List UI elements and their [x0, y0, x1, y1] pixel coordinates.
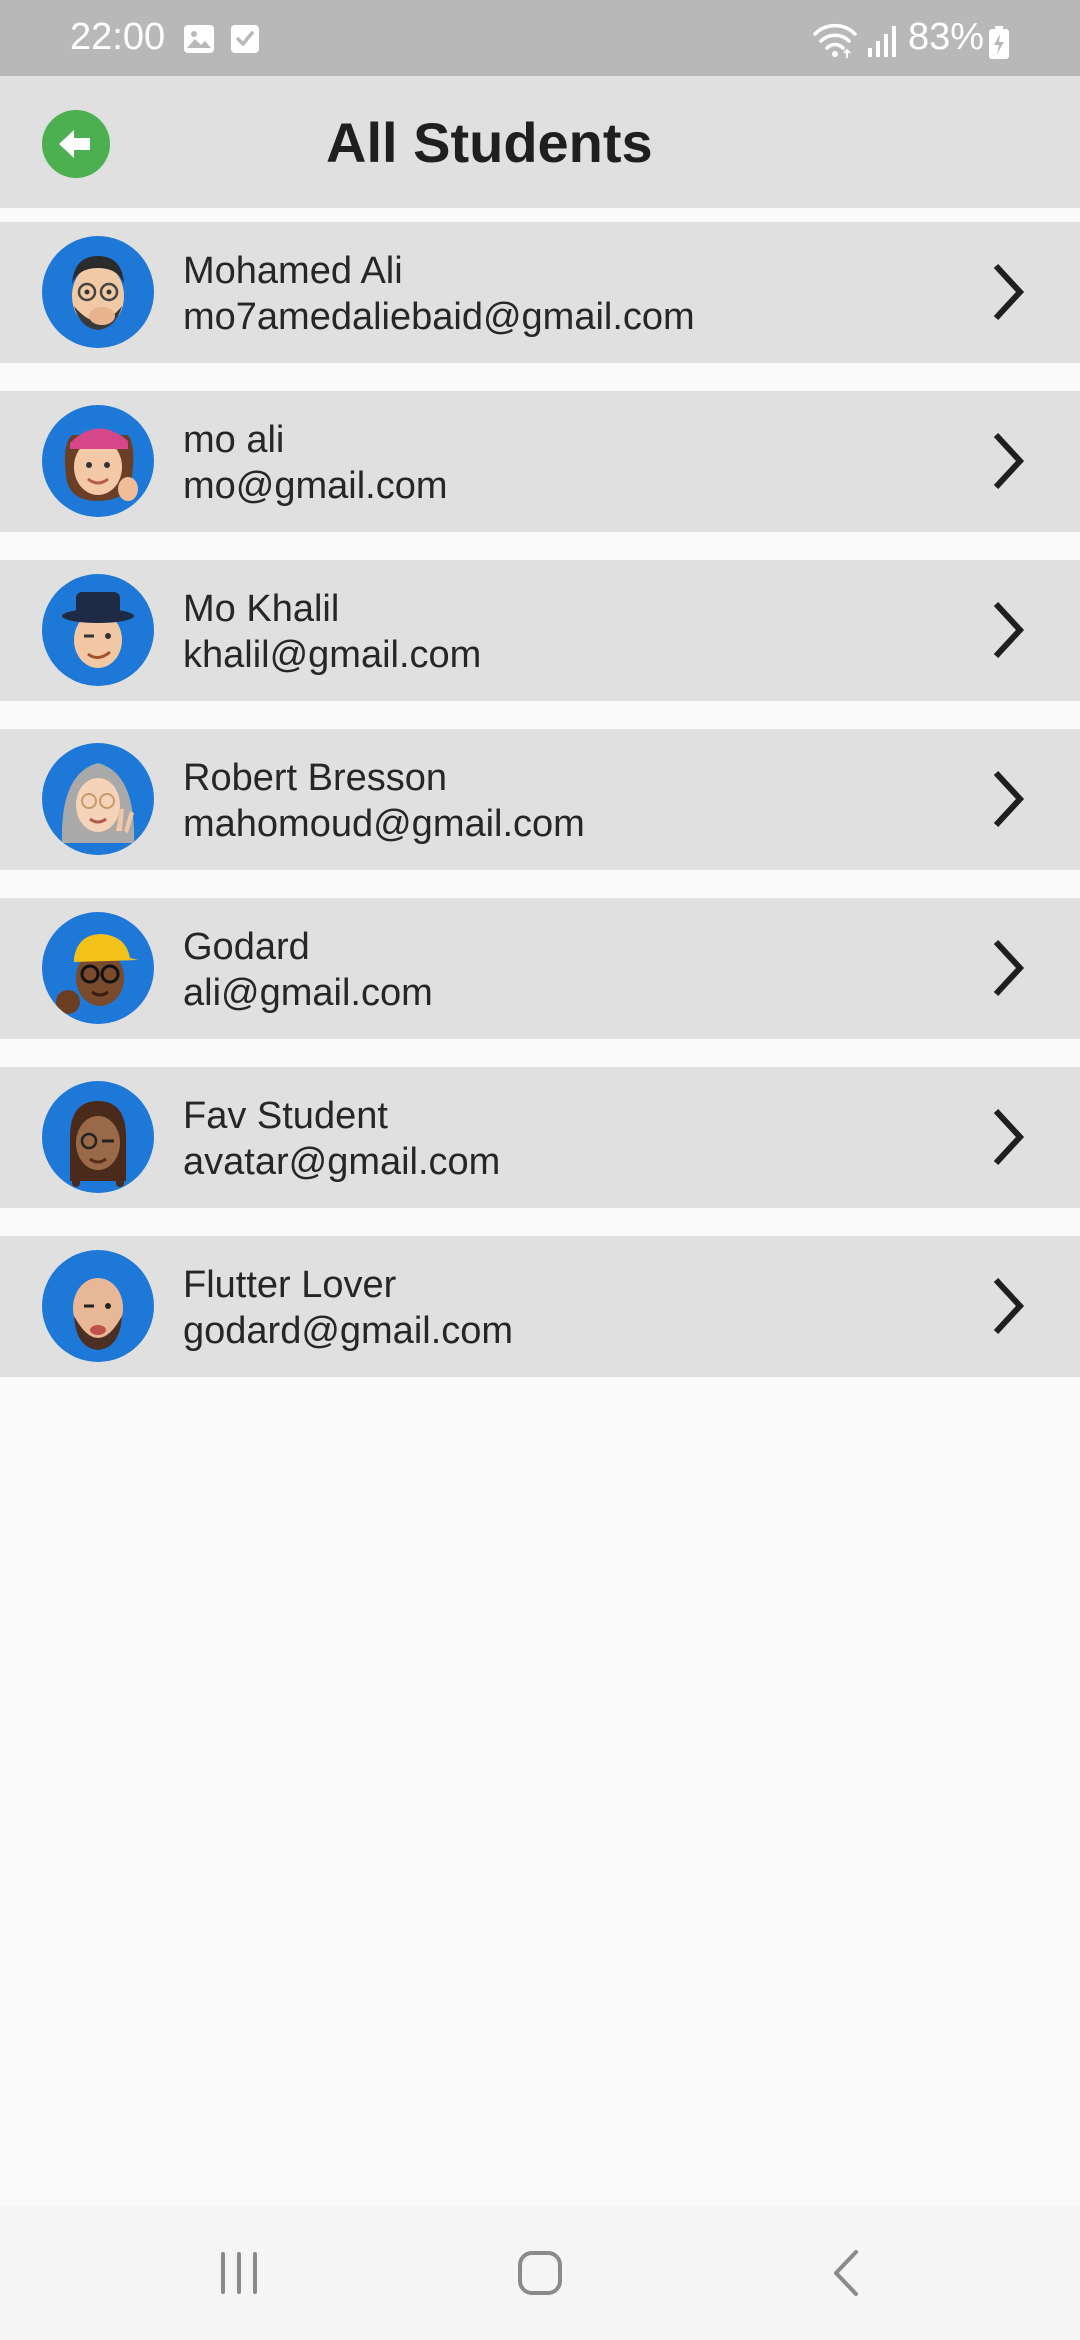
student-email: mo@gmail.com [183, 465, 448, 507]
battery-percentage: 83% [908, 16, 985, 58]
avatar [42, 405, 154, 517]
avatar [42, 743, 154, 855]
avatar [42, 574, 154, 686]
student-name: Mo Khalil [183, 588, 340, 630]
student-email: mo7amedaliebaid@gmail.com [183, 296, 695, 338]
student-name: Fav Student [183, 1095, 388, 1137]
avatar [42, 236, 154, 348]
chevron-right-icon [993, 601, 1025, 659]
page-title: All Students [326, 111, 653, 174]
home-icon[interactable] [514, 2248, 566, 2303]
student-email: khalil@gmail.com [183, 634, 482, 676]
student-email: mahomoud@gmail.com [183, 803, 585, 845]
chevron-right-icon [993, 432, 1025, 490]
gallery-notification-icon [183, 24, 215, 59]
chevron-right-icon [993, 770, 1025, 828]
arrow-left-circle-icon [59, 130, 90, 158]
student-list-item[interactable]: Mohamed Ali mo7amedaliebaid@gmail.com [0, 222, 1080, 363]
student-email: ali@gmail.com [183, 972, 433, 1014]
wifi-icon [812, 22, 858, 63]
student-list-item[interactable]: Flutter Lover godard@gmail.com [0, 1236, 1080, 1377]
signal-icon [866, 24, 898, 63]
student-list-item[interactable]: mo ali mo@gmail.com [0, 391, 1080, 532]
chevron-right-icon [993, 939, 1025, 997]
student-email: avatar@gmail.com [183, 1141, 501, 1183]
back-button[interactable] [42, 110, 110, 178]
student-list: Mohamed Ali mo7amedaliebaid@gmail.com mo… [0, 222, 1080, 1405]
battery-charging-icon [988, 26, 1010, 65]
chevron-right-icon [993, 1108, 1025, 1166]
avatar [42, 912, 154, 1024]
back-icon[interactable] [826, 2248, 866, 2303]
avatar [42, 1250, 154, 1362]
app-bar: All Students [0, 76, 1080, 208]
student-list-item[interactable]: Godard ali@gmail.com [0, 898, 1080, 1039]
student-name: Mohamed Ali [183, 250, 403, 292]
student-name: Robert Bresson [183, 757, 448, 799]
status-time: 22:00 [70, 16, 166, 58]
student-list-item[interactable]: Fav Student avatar@gmail.com [0, 1067, 1080, 1208]
chevron-right-icon [993, 1277, 1025, 1335]
student-name: mo ali [183, 419, 285, 461]
avatar [42, 1081, 154, 1193]
chevron-right-icon [993, 263, 1025, 321]
student-email: godard@gmail.com [183, 1310, 514, 1352]
recent-apps-icon[interactable] [214, 2248, 264, 2303]
student-list-item[interactable]: Mo Khalil khalil@gmail.com [0, 560, 1080, 701]
student-name: Flutter Lover [183, 1264, 397, 1306]
system-nav-bar [0, 2206, 1080, 2340]
checkbox-notification-icon [230, 24, 260, 59]
student-name: Godard [183, 926, 310, 968]
student-list-item[interactable]: Robert Bresson mahomoud@gmail.com [0, 729, 1080, 870]
status-bar: 22:00 83% [0, 0, 1080, 76]
